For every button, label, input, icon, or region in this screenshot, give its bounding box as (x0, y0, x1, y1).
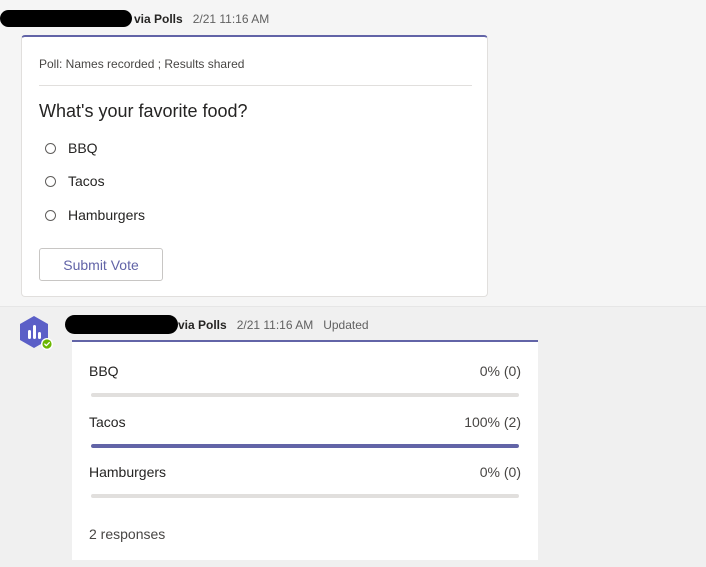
poll-results-card: BBQ 0% (0) Tacos 100% (2) Hamburgers 0% … (72, 340, 538, 560)
poll-settings-text: Poll: Names recorded ; Results shared (39, 57, 245, 71)
result-bar-track (91, 444, 519, 448)
result-value: 100% (2) (464, 414, 521, 430)
message-header: via Polls 2/21 11:16 AM (0, 10, 269, 27)
radio-button[interactable] (45, 142, 56, 154)
result-label: BBQ (89, 363, 119, 379)
option-label: BBQ (68, 140, 98, 156)
sender-name: via Polls (178, 317, 227, 332)
result-label: Hamburgers (89, 464, 167, 480)
message-header: via Polls 2/21 11:16 AM Updated (65, 315, 369, 334)
radio-button[interactable] (45, 209, 56, 221)
result-bar-track (91, 494, 519, 498)
poll-option-bbq[interactable]: BBQ (45, 140, 98, 156)
submit-vote-button[interactable]: Submit Vote (39, 248, 163, 281)
redacted-name (65, 315, 178, 334)
updated-status: Updated (323, 317, 369, 332)
poll-question: What's your favorite food? (39, 101, 248, 121)
polls-app-icon (20, 316, 53, 350)
result-bar-track (91, 393, 519, 397)
responses-count: 2 responses (89, 526, 166, 542)
result-label: Tacos (89, 414, 126, 430)
check-badge-icon (41, 338, 53, 350)
result-bar-fill (91, 444, 519, 448)
divider (39, 85, 472, 86)
result-value: 0% (0) (479, 363, 521, 379)
polls-app-avatar[interactable] (19, 316, 53, 350)
option-label: Hamburgers (68, 207, 146, 223)
chat-thread: via Polls 2/21 11:16 AM Poll: Names reco… (0, 0, 706, 567)
message-timestamp: 2/21 11:16 AM (192, 11, 270, 26)
poll-option-tacos[interactable]: Tacos (45, 173, 105, 189)
radio-button[interactable] (45, 175, 56, 187)
redacted-name (0, 10, 132, 27)
sender-name: via Polls (134, 11, 183, 26)
result-value: 0% (0) (479, 464, 521, 480)
option-label: Tacos (68, 173, 105, 189)
message-timestamp: 2/21 11:16 AM (236, 317, 314, 332)
poll-option-hamburgers[interactable]: Hamburgers (45, 207, 145, 223)
poll-card: Poll: Names recorded ; Results shared Wh… (21, 35, 488, 297)
